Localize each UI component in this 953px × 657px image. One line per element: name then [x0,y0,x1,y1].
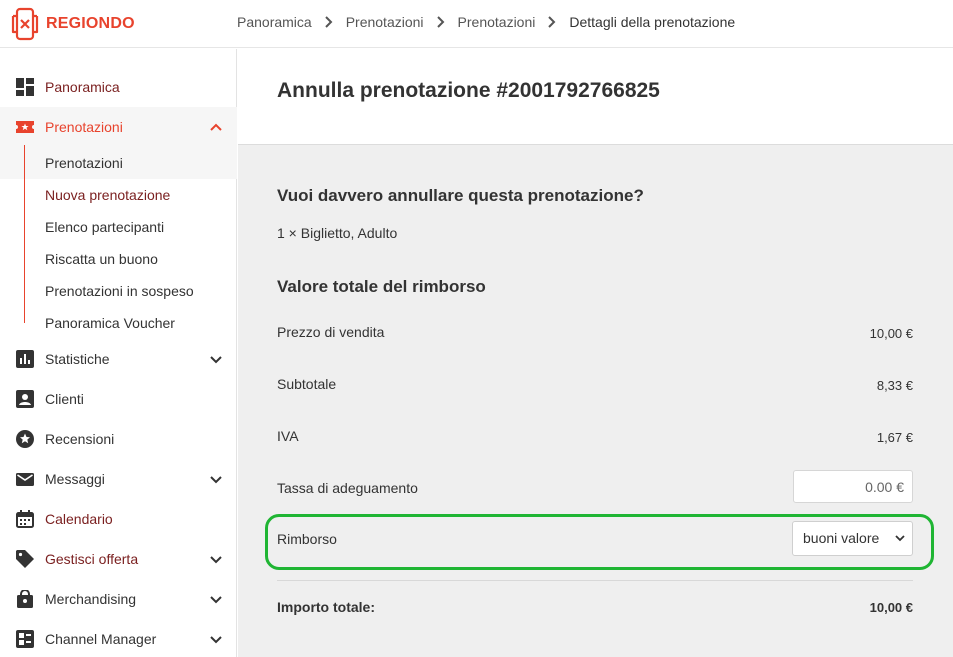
bookings-submenu: Prenotazioni Nuova prenotazione Elenco p… [0,145,237,331]
sale-price-label: Prezzo di vendita [277,324,385,340]
dashboard-icon [16,78,34,96]
sidebar-item-label: Panoramica [45,79,120,95]
adjustment-fee-label: Tassa di adeguamento [277,480,418,496]
star-icon [16,430,34,448]
sidebar-item-customers[interactable]: Clienti [0,379,237,419]
chevron-up-icon[interactable] [209,120,223,134]
sidebar-item-label: Recensioni [45,431,115,447]
sidebar: Panoramica Prenotazioni Prenotazioni Nuo… [0,49,237,657]
chevron-down-icon[interactable] [209,352,223,366]
ticket-summary: 1 × Biglietto, Adulto [277,225,398,241]
breadcrumb-overview[interactable]: Panoramica [237,14,312,30]
chart-icon [16,350,34,368]
sidebar-item-label: Merchandising [45,591,137,607]
regiondo-logo[interactable]: REGIONDO [10,6,135,42]
sidebar-item-label: Clienti [45,391,84,407]
sidebar-item-overview[interactable]: Panoramica [0,67,237,107]
sale-price-value: 10,00 € [869,326,913,341]
sidebar-item-messages[interactable]: Messaggi [0,459,237,499]
channel-icon [16,630,34,648]
subtotal-label: Subtotale [277,376,337,392]
total-divider [277,580,913,581]
submenu-indicator-line [24,145,25,323]
breadcrumb-bookings[interactable]: Prenotazioni [346,14,424,30]
refund-label: Rimborso [277,531,337,547]
chevron-right-icon [548,16,556,28]
submenu-item-participants[interactable]: Elenco partecipanti [45,219,164,235]
total-amount-label: Importo totale: [277,599,375,615]
chevron-down-icon[interactable] [209,592,223,606]
regiondo-logo-icon [11,7,39,41]
breadcrumb: Panoramica Prenotazioni Prenotazioni Det… [237,14,735,30]
vat-value: 1,67 € [876,430,913,445]
total-amount-value: 10,00 € [869,600,913,615]
sidebar-item-calendar[interactable]: Calendario [0,499,237,539]
chevron-right-icon [436,16,444,28]
sidebar-item-statistics[interactable]: Statistiche [0,339,237,379]
sidebar-item-reviews[interactable]: Recensioni [0,419,237,459]
sidebar-item-manage-offer[interactable]: Gestisci offerta [0,539,237,579]
submenu-item-redeem-voucher[interactable]: Riscatta un buono [45,251,158,267]
refund-method-selected: buoni valore [803,530,880,546]
breadcrumb-bookings-list[interactable]: Prenotazioni [458,14,536,30]
sidebar-item-label: Statistiche [45,351,110,367]
page-title: Annulla prenotazione #2001792766825 [277,79,660,102]
cancel-question: Vuoi davvero annullare questa prenotazio… [277,186,644,205]
sidebar-item-label: Prenotazioni [45,119,123,135]
main-content: Annulla prenotazione #2001792766825 Vuoi… [238,49,953,657]
sidebar-item-label: Gestisci offerta [45,551,139,567]
sidebar-item-merchandising[interactable]: Merchandising [0,579,237,619]
refund-method-select[interactable]: buoni valore [792,521,913,556]
chevron-down-icon [895,535,905,542]
chevron-down-icon[interactable] [209,552,223,566]
chevron-right-icon [324,16,333,28]
submenu-item-voucher-overview[interactable]: Panoramica Voucher [45,315,175,331]
vat-label: IVA [277,428,299,444]
bag-icon [17,590,33,608]
sidebar-item-label: Messaggi [45,471,105,487]
ticket-icon [16,121,34,133]
sidebar-item-bookings[interactable]: Prenotazioni [0,107,237,147]
mail-icon [16,473,34,486]
submenu-item-new-booking[interactable]: Nuova prenotazione [45,187,170,203]
chevron-down-icon[interactable] [209,472,223,486]
person-icon [16,390,34,408]
calendar-icon [16,510,34,528]
refund-section-title: Valore totale del rimborso [277,277,486,296]
adjustment-fee-input[interactable] [793,470,913,503]
breadcrumb-current: Dettagli della prenotazione [569,14,736,30]
subtotal-value: 8,33 € [876,378,913,393]
tag-icon [16,550,34,568]
submenu-item-pending[interactable]: Prenotazioni in sospeso [45,283,194,299]
chevron-down-icon[interactable] [209,632,223,646]
title-panel: Annulla prenotazione #2001792766825 [238,49,953,145]
sidebar-item-label: Channel Manager [45,631,157,647]
sidebar-item-label: Calendario [45,511,113,527]
logo-text: REGIONDO [46,15,135,32]
top-header: REGIONDO Panoramica Prenotazioni Prenota… [0,0,953,48]
submenu-item-bookings[interactable]: Prenotazioni [45,155,123,171]
sidebar-item-channel-manager[interactable]: Channel Manager [0,619,237,657]
